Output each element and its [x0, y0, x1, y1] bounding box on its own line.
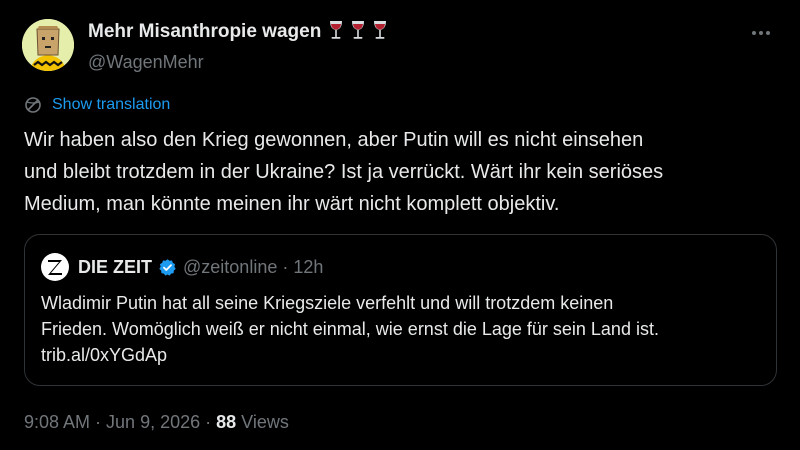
tweet: Mehr Misanthropie wagen @WagenMehr Show … — [0, 0, 800, 450]
quoted-tweet-card[interactable]: DIE ZEIT @zeitonline · 12h Wladimir Puti… — [24, 234, 777, 386]
dot — [752, 31, 756, 35]
show-translation-label: Show translation — [52, 96, 171, 113]
quoted-handle: @zeitonline — [183, 256, 278, 277]
tweet-text-line: und bleibt trotzdem in der Ukraine? Ist … — [24, 161, 664, 183]
wine-glass-icon — [372, 20, 388, 47]
wine-glass-icon — [350, 20, 366, 47]
paper-bag-head-avatar — [22, 19, 74, 71]
tweet-text-line: Medium, man könnte meinen ihr wärt nicht… — [24, 193, 560, 215]
tweet-text-line: Wir haben also den Krieg gewonnen, aber … — [24, 129, 644, 151]
wine-glass-icon — [328, 20, 344, 47]
dot — [766, 31, 770, 35]
quoted-text-line: Wladimir Putin hat all seine Kriegsziele… — [41, 293, 614, 313]
separator-dot: · — [95, 412, 102, 432]
avatar[interactable] — [22, 19, 74, 71]
tweet-time[interactable]: 9:08 AM — [24, 412, 90, 432]
globe-translate-icon — [25, 97, 41, 113]
zeit-logo-avatar[interactable] — [41, 253, 69, 281]
more-options-button[interactable] — [744, 22, 778, 44]
quoted-tweet-header: DIE ZEIT @zeitonline · 12h — [41, 253, 323, 281]
views-label: Views — [241, 412, 289, 432]
dot — [759, 31, 763, 35]
author-handle[interactable]: @WagenMehr — [88, 50, 388, 74]
quoted-text-line: Frieden. Womöglich weiß er nicht einmal,… — [41, 319, 659, 339]
separator-dot: · — [205, 412, 212, 432]
quoted-timestamp[interactable]: 12h — [293, 257, 323, 278]
tweet-meta: 9:08 AM · Jun 9, 2026 · 88 Views — [24, 412, 289, 433]
display-name-text: Mehr Misanthropie wagen — [88, 21, 322, 42]
quoted-display-name[interactable]: DIE ZEIT — [78, 257, 152, 278]
separator-dot: · — [282, 256, 289, 277]
zeit-logo-icon — [48, 260, 62, 275]
quoted-link[interactable]: trib.al/0xYGdAp — [41, 342, 771, 368]
tweet-text: Wir haben also den Krieg gewonnen, aber … — [24, 124, 784, 220]
author-block: Mehr Misanthropie wagen @WagenMehr — [88, 20, 388, 74]
verified-badge-icon — [158, 258, 177, 277]
display-name[interactable]: Mehr Misanthropie wagen — [88, 20, 388, 47]
views-count: 88 — [216, 412, 237, 432]
tweet-date[interactable]: Jun 9, 2026 — [106, 412, 200, 432]
show-translation-button[interactable]: Show translation — [24, 95, 170, 115]
quoted-tweet-text: Wladimir Putin hat all seine Kriegsziele… — [41, 290, 771, 368]
